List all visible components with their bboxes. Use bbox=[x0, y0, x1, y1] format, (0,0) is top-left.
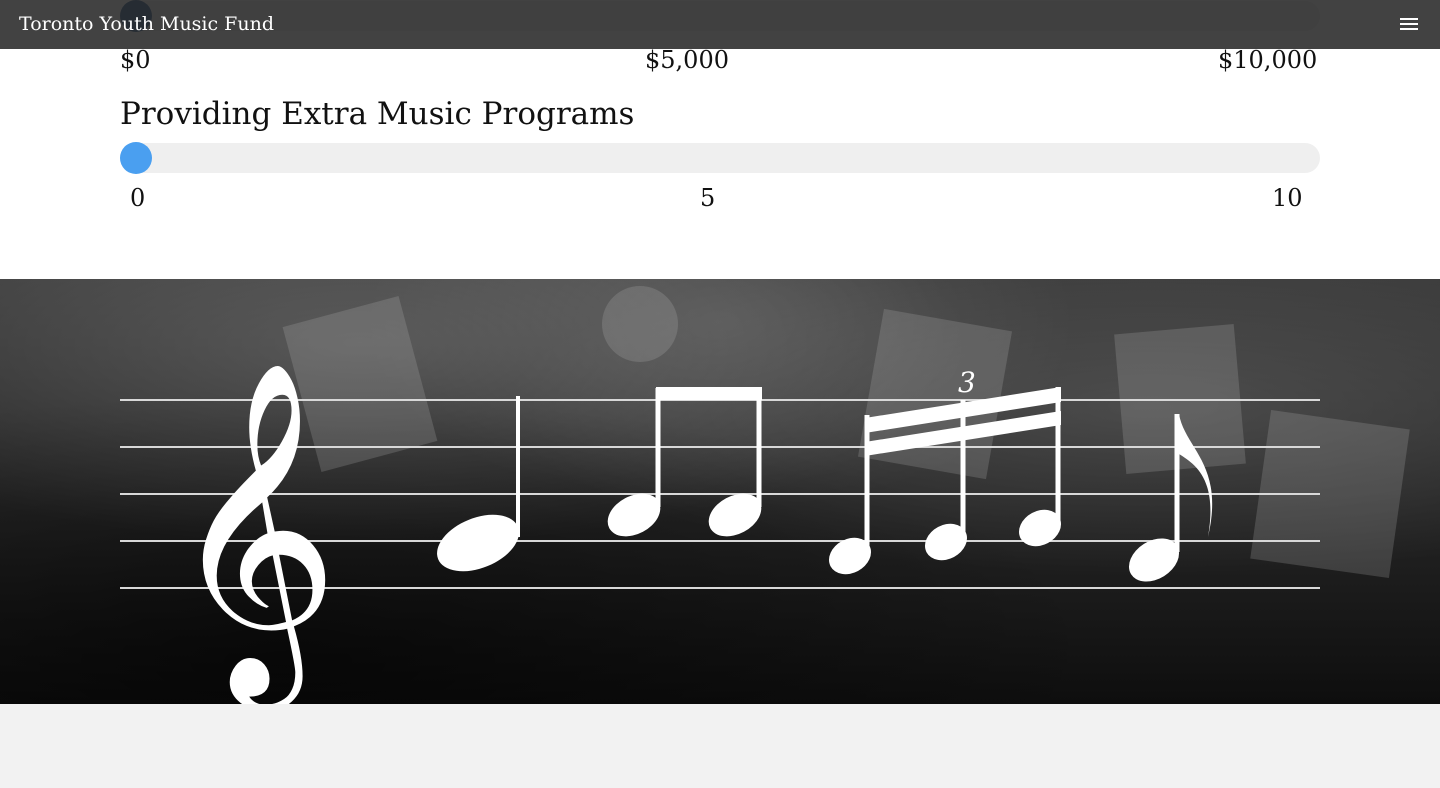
programs-min-label: 0 bbox=[130, 184, 146, 212]
music-banner: 𝄞 3 bbox=[0, 279, 1440, 704]
donation-min-label: $0 bbox=[120, 46, 151, 74]
hamburger-menu-icon[interactable] bbox=[1394, 10, 1424, 38]
music-staff-graphic: 𝄞 3 bbox=[120, 286, 1410, 704]
programs-title: Providing Extra Music Programs bbox=[120, 96, 635, 132]
donation-max-label: $10,000 bbox=[1218, 46, 1318, 74]
triplet-label: 3 bbox=[958, 366, 976, 399]
programs-mid-label: 5 bbox=[700, 184, 716, 212]
programs-slider-track[interactable] bbox=[120, 143, 1320, 173]
programs-max-label: 10 bbox=[1272, 184, 1303, 212]
triplet-sixteenth-notes-icon bbox=[828, 387, 1062, 575]
site-brand[interactable]: Toronto Youth Music Fund bbox=[19, 11, 274, 37]
top-navigation-bar: Toronto Youth Music Fund bbox=[0, 0, 1440, 49]
beamed-eighth-notes-icon bbox=[607, 387, 762, 537]
quarter-note-icon bbox=[437, 396, 520, 572]
treble-clef-icon: 𝄞 bbox=[168, 359, 339, 704]
footer-area bbox=[0, 704, 1440, 788]
donation-mid-label: $5,000 bbox=[645, 46, 729, 74]
programs-slider-thumb[interactable] bbox=[120, 142, 152, 174]
